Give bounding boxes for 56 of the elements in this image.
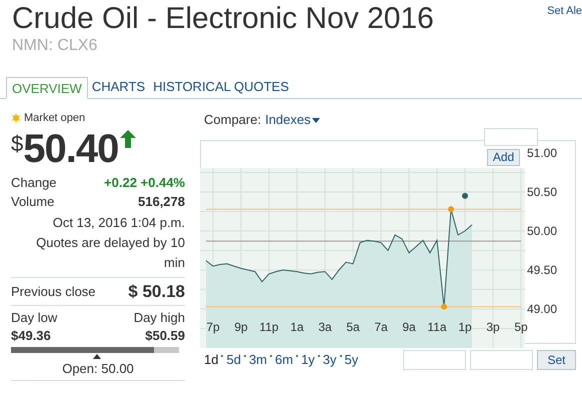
x-tick-label: 5p xyxy=(514,320,528,334)
day-low-label: Day low xyxy=(11,309,58,327)
set-button[interactable]: Set xyxy=(537,350,576,370)
x-tick-label: 1a xyxy=(290,320,304,334)
alert-link[interactable]: Set Ale xyxy=(547,2,582,20)
x-tick-label: 3p xyxy=(486,320,500,334)
period-link[interactable]: 6m xyxy=(275,350,294,370)
tab[interactable]: HISTORICAL QUOTES xyxy=(149,76,293,98)
y-tick-label: 49.50 xyxy=(527,263,558,277)
previous-close-label: Previous close xyxy=(11,282,96,301)
period-link[interactable]: 1y xyxy=(301,350,315,370)
y-tick-label: 51.00 xyxy=(527,146,558,160)
x-tick-label: 7a xyxy=(374,320,388,334)
delay-note: Quotes are delayed by 10 min xyxy=(35,234,185,272)
market-status: Market open xyxy=(24,110,86,126)
period-link[interactable]: 3y xyxy=(322,350,337,370)
sun-icon xyxy=(11,113,21,123)
day-low-value: $49.36 xyxy=(11,327,51,345)
x-tick-label: 9a xyxy=(402,320,416,334)
previous-close-value: $ 50.18 xyxy=(128,280,185,303)
open-price: Open: 50.00 xyxy=(62,361,134,376)
compare-dropdown[interactable]: Indexes xyxy=(265,110,320,130)
stat-value: +0.22 +0.44% xyxy=(104,174,185,192)
timestamp: Oct 13, 2016 1:04 p.m. xyxy=(52,214,185,232)
x-tick-label: 3a xyxy=(318,320,332,334)
period-link[interactable]: 1d xyxy=(204,350,218,370)
compare-label: Compare: xyxy=(204,111,262,130)
x-tick-label: 9p xyxy=(234,320,248,334)
stat-label: Volume xyxy=(11,193,54,211)
caret-icon xyxy=(312,118,320,122)
y-tick-label: 49.00 xyxy=(527,302,558,316)
x-tick-label: 11p xyxy=(259,320,279,334)
symbol-label: NMN: CLX6 xyxy=(12,36,98,56)
day-high-value: $50.59 xyxy=(145,327,185,345)
x-tick-label: 7p xyxy=(206,320,220,334)
end-date-field[interactable] xyxy=(470,350,533,370)
price: 50.40 xyxy=(23,127,118,171)
x-tick-label: 5a xyxy=(346,320,360,334)
start-date-field[interactable] xyxy=(403,350,466,370)
tab[interactable]: CHARTS xyxy=(88,76,150,98)
y-tick-label: 50.00 xyxy=(527,224,558,238)
page-title: Crude Oil - Electronic Nov 2016 xyxy=(12,2,434,36)
currency-symbol: $ xyxy=(11,131,24,157)
stat-value: 516,278 xyxy=(138,193,185,211)
stat-label: Change xyxy=(11,174,57,192)
tab[interactable]: OVERVIEW xyxy=(6,77,88,99)
x-tick-label: 11a xyxy=(427,320,447,334)
current-price-dot xyxy=(462,192,468,199)
period-link[interactable]: 5d xyxy=(226,350,241,370)
period-link[interactable]: 5y xyxy=(344,350,358,370)
input-field[interactable] xyxy=(484,128,538,146)
y-tick-label: 50.50 xyxy=(527,185,558,199)
x-tick-label: 1p xyxy=(458,320,472,334)
add-button[interactable]: Add xyxy=(487,149,520,166)
day-high-label: Day high xyxy=(134,309,185,327)
period-link[interactable]: 3m xyxy=(248,350,267,370)
